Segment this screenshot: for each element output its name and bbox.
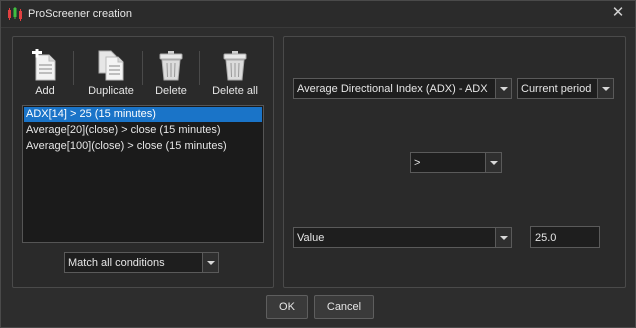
close-button[interactable]: ✕ (609, 4, 627, 22)
cancel-button[interactable]: Cancel (314, 295, 374, 319)
indicator-value: Average Directional Index (ADX) - ADX (297, 83, 488, 95)
condition-item[interactable]: Average[20](close) > close (15 minutes) (24, 123, 262, 138)
period-select[interactable]: Current period (517, 78, 614, 99)
chevron-down-icon (495, 228, 511, 247)
conditions-panel: Add Duplicate Delete Delete all ADX[14] … (12, 36, 274, 288)
toolbar-divider (199, 51, 200, 85)
proscreener-dialog: ProScreener creation ✕ Add Duplicate Del… (0, 0, 636, 328)
operator-value: > (414, 157, 421, 169)
chevron-down-icon (597, 79, 613, 98)
delete-all-label: Delete all (212, 85, 258, 97)
duplicate-label: Duplicate (88, 85, 134, 97)
window-title: ProScreener creation (28, 8, 132, 20)
candlestick-app-icon (8, 7, 22, 21)
compare-type-value: Value (297, 232, 325, 244)
trash-all-icon (223, 51, 247, 81)
condition-editor-panel: Average Directional Index (ADX) - ADX Cu… (283, 36, 626, 288)
chevron-down-icon (202, 253, 218, 272)
period-value: Current period (521, 83, 592, 95)
title-bar: ProScreener creation ✕ (1, 1, 635, 28)
operator-select[interactable]: > (410, 152, 502, 173)
add-label: Add (35, 85, 55, 97)
match-mode-select[interactable]: Match all conditions (64, 252, 219, 273)
condition-item[interactable]: Average[100](close) > close (15 minutes) (24, 139, 262, 154)
condition-item[interactable]: ADX[14] > 25 (15 minutes) (24, 107, 262, 122)
add-document-icon (32, 49, 56, 81)
chevron-down-icon (485, 153, 501, 172)
toolbar-divider (73, 51, 74, 85)
duplicate-button[interactable]: Duplicate (83, 47, 139, 99)
compare-value-field[interactable]: 25.0 (530, 226, 600, 248)
add-button[interactable]: Add (21, 47, 69, 99)
indicator-select[interactable]: Average Directional Index (ADX) - ADX (293, 78, 512, 99)
delete-button[interactable]: Delete (149, 47, 193, 99)
match-mode-value: Match all conditions (68, 257, 165, 269)
delete-label: Delete (155, 85, 187, 97)
toolbar-divider (142, 51, 143, 85)
compare-value-text: 25.0 (535, 232, 557, 244)
ok-button[interactable]: OK (266, 295, 308, 319)
chevron-down-icon (495, 79, 511, 98)
conditions-list[interactable]: ADX[14] > 25 (15 minutes) Average[20](cl… (22, 105, 264, 243)
delete-all-button[interactable]: Delete all (207, 47, 263, 99)
duplicate-document-icon (98, 50, 124, 81)
close-icon: ✕ (611, 4, 625, 21)
trash-icon (159, 51, 183, 81)
compare-type-select[interactable]: Value (293, 227, 512, 248)
